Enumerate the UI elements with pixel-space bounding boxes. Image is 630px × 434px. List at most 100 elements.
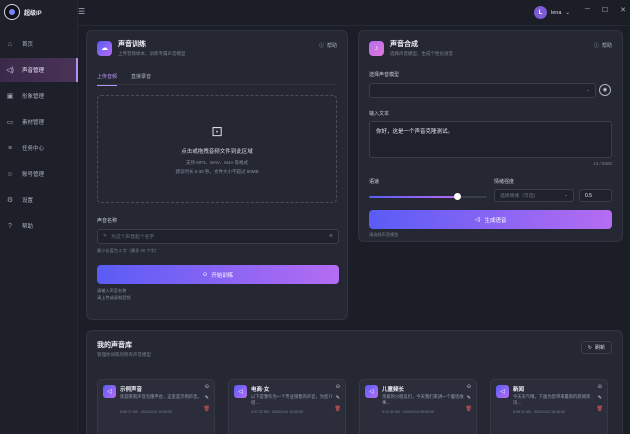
sidebar-item-label: 设置 bbox=[22, 198, 34, 204]
sidebar-item-voice[interactable]: ◁) 声音管理 bbox=[0, 58, 78, 82]
edit-icon[interactable]: ✎ bbox=[467, 395, 471, 401]
chevron-down-icon: ⌄ bbox=[585, 88, 590, 93]
refresh-icon: ↻ bbox=[587, 344, 592, 351]
play-icon[interactable]: ⊙ bbox=[598, 384, 602, 390]
app-name: 超级IP bbox=[24, 10, 42, 17]
microphone-icon: ♪ bbox=[369, 40, 384, 56]
pen-icon: ✎ bbox=[103, 234, 108, 239]
note-audio: 请上传或录制音频 bbox=[97, 295, 131, 300]
menu-toggle-icon[interactable]: ☰ bbox=[78, 7, 85, 16]
sidebar-item-label: 账号管理 bbox=[22, 172, 45, 178]
synthesis-help-button[interactable]: ⓘ 帮助 bbox=[594, 42, 612, 49]
synthesis-header: ♪ 声音合成 选择声音模型，生成个性化语音 bbox=[369, 39, 453, 57]
synthesis-title: 声音合成 bbox=[390, 41, 418, 48]
library-title: 我的声音库 bbox=[97, 342, 132, 349]
start-training-label: 开始训练 bbox=[211, 272, 234, 279]
user-menu[interactable]: L lena ⌄ bbox=[533, 6, 570, 19]
sidebar-item-account[interactable]: ☺ 账号管理 bbox=[0, 162, 78, 186]
voice-model-select[interactable]: ⌄ bbox=[369, 83, 596, 98]
voice-name-input[interactable]: ✎ 为这个声音起个名字 ⊗ bbox=[97, 229, 339, 244]
training-notes: 请输入声音名称 请上传或录制音频 bbox=[97, 287, 131, 301]
maximize-icon[interactable]: ☐ bbox=[602, 6, 608, 14]
refresh-label: 刷新 bbox=[594, 345, 605, 351]
sidebar-item-tasks[interactable]: ≡ 任务中心 bbox=[0, 136, 78, 160]
clear-icon[interactable]: ⊗ bbox=[329, 234, 333, 239]
training-title: 声音训练 bbox=[118, 41, 146, 48]
voice-training-card: ☁ 声音训练 上传音频样本，训练专属声音模型 ⓘ 帮助 上传音频 直接录音 ⊡ … bbox=[86, 30, 348, 320]
voice-card-title: 电商·女 bbox=[251, 387, 270, 393]
training-subtitle: 上传音频样本，训练专属声音模型 bbox=[118, 51, 186, 56]
audio-dropzone[interactable]: ⊡ 点击或拖拽音频文件到此区域 支持 MP3、WAV、M4A 等格式 建议时长 … bbox=[97, 95, 337, 203]
edit-icon[interactable]: ✎ bbox=[598, 395, 602, 401]
training-header: ☁ 声音训练 上传音频样本，训练专属声音模型 bbox=[97, 39, 186, 57]
voice-card-actions: ⊙ ✎ 🗑 bbox=[204, 384, 210, 412]
delete-icon[interactable]: 🗑 bbox=[335, 406, 341, 412]
preview-model-button[interactable]: ◉ bbox=[599, 84, 611, 96]
speed-slider[interactable] bbox=[369, 193, 487, 200]
sidebar-item-home[interactable]: ⌂ 首页 bbox=[0, 32, 78, 56]
help-circle-icon: ⓘ bbox=[593, 43, 599, 49]
speed-slider-fill bbox=[369, 196, 458, 198]
tab-divider bbox=[97, 84, 337, 85]
voice-card[interactable]: ◁ 电商·女 以下是我作为一个专业销售的声音，为您介绍… 0:07 22 KB … bbox=[228, 379, 346, 434]
voice-card-title: 示例声音 bbox=[120, 387, 143, 393]
sidebar-nav: ⌂ 首页 ◁) 声音管理 ▣ 形象管理 ▭ 素材管理 ≡ 任务中心 ☺ 账号管理… bbox=[0, 30, 78, 240]
edit-icon[interactable]: ✎ bbox=[205, 395, 209, 401]
inbox-icon: ⊡ bbox=[211, 123, 223, 139]
library-subtitle: 管理你训练的所有声音模型 bbox=[97, 352, 151, 357]
emotion-select[interactable]: 选择情绪（可选） ⌄ bbox=[494, 189, 574, 202]
edit-icon[interactable]: ✎ bbox=[336, 395, 340, 401]
voice-card-actions: ⊙ ✎ 🗑 bbox=[597, 384, 603, 412]
voice-card[interactable]: ◁ 儿童频长 亲爱的小朋友们，今天我们来讲一个童话故事… 0:12 40 KB … bbox=[359, 379, 477, 434]
synthesis-text-input[interactable]: 你好，这是一个声音克隆测试。 bbox=[369, 121, 612, 158]
voice-card-desc: 亲爱的小朋友们，今天我们来讲一个童话故事… bbox=[382, 394, 464, 405]
emotion-intensity-input[interactable]: 0.5 bbox=[579, 189, 612, 202]
voice-card-desc: 欢迎来到声音克隆平台，这里是示例声音。 bbox=[120, 394, 202, 399]
sidebar-item-settings[interactable]: ⚙ 设置 bbox=[0, 188, 78, 212]
refresh-button[interactable]: ↻ 刷新 bbox=[580, 341, 612, 354]
speaker-icon: ◁) bbox=[474, 216, 481, 223]
delete-icon[interactable]: 🗑 bbox=[466, 406, 472, 412]
sidebar-item-avatar[interactable]: ▣ 形象管理 bbox=[0, 84, 78, 108]
training-help-button[interactable]: ⓘ 帮助 bbox=[319, 42, 337, 49]
voice-card[interactable]: ◁ 新闻 今天天气晴，下面为您带来最新的新闻资讯… 0:09 31 KB · 2… bbox=[490, 379, 608, 434]
speaker-icon: ◁ bbox=[365, 385, 378, 398]
help-circle-icon: ⓘ bbox=[318, 43, 324, 49]
close-icon[interactable]: ✕ bbox=[620, 6, 626, 14]
voice-card-meta: 0:07 22 KB · 2024/1/14 15:30:00 bbox=[251, 410, 303, 414]
app-logo[interactable]: 超级IP bbox=[4, 4, 42, 20]
voice-card-title: 新闻 bbox=[513, 387, 525, 393]
voice-card[interactable]: ◁ 示例声音 欢迎来到声音克隆平台，这里是示例声音。 0:05 17 KB · … bbox=[97, 379, 215, 434]
emotion-placeholder: 选择情绪（可选） bbox=[500, 194, 539, 199]
model-label: 选择声音模型 bbox=[369, 72, 400, 78]
speaker-icon: ◁) bbox=[6, 67, 14, 74]
user-icon: ☺ bbox=[6, 170, 14, 178]
start-training-button[interactable]: ⊙ 开始训练 bbox=[97, 265, 339, 284]
voice-card-actions: ⊙ ✎ 🗑 bbox=[466, 384, 472, 412]
sidebar-item-help[interactable]: ? 帮助 bbox=[0, 214, 78, 238]
voice-name-hint: 最少长度为 2 字（最多 20 个字） bbox=[97, 248, 159, 253]
logo-icon bbox=[4, 4, 20, 20]
delete-icon[interactable]: 🗑 bbox=[204, 406, 210, 412]
voice-card-meta: 0:12 40 KB · 2024/1/13 09:00:00 bbox=[382, 410, 434, 414]
minimize-icon[interactable]: ─ bbox=[585, 6, 590, 14]
sidebar-item-assets[interactable]: ▭ 素材管理 bbox=[0, 110, 78, 134]
play-icon[interactable]: ⊙ bbox=[205, 384, 209, 390]
voice-card-meta: 0:09 31 KB · 2024/1/12 18:45:00 bbox=[513, 410, 565, 414]
voice-library: 我的声音库 管理你训练的所有声音模型 ↻ 刷新 ◁ 示例声音 欢迎来到声音克隆平… bbox=[86, 330, 623, 434]
generate-audio-button[interactable]: ◁) 生成语音 bbox=[369, 210, 612, 229]
sidebar-item-label: 声音管理 bbox=[22, 68, 45, 74]
voice-name-placeholder: 为这个声音起个名字 bbox=[111, 235, 155, 240]
voice-synthesis-card: ♪ 声音合成 选择声音模型，生成个性化语音 ⓘ 帮助 选择声音模型 ⌄ ◉ 输入… bbox=[358, 30, 623, 242]
topbar: ☰ L lena ⌄ ─ ☐ ✕ bbox=[78, 0, 630, 26]
play-icon[interactable]: ⊙ bbox=[336, 384, 340, 390]
play-icon[interactable]: ⊙ bbox=[467, 384, 471, 390]
generate-label: 生成语音 bbox=[484, 217, 507, 224]
library-header: 我的声音库 管理你训练的所有声音模型 bbox=[97, 340, 151, 358]
voice-card-actions: ⊙ ✎ 🗑 bbox=[335, 384, 341, 412]
voice-card-desc: 今天天气晴，下面为您带来最新的新闻资讯… bbox=[513, 394, 591, 405]
speed-slider-thumb[interactable] bbox=[454, 193, 461, 200]
window-controls: ─ ☐ ✕ bbox=[585, 6, 626, 14]
delete-icon[interactable]: 🗑 bbox=[597, 406, 603, 412]
sidebar-item-label: 首页 bbox=[22, 42, 34, 48]
